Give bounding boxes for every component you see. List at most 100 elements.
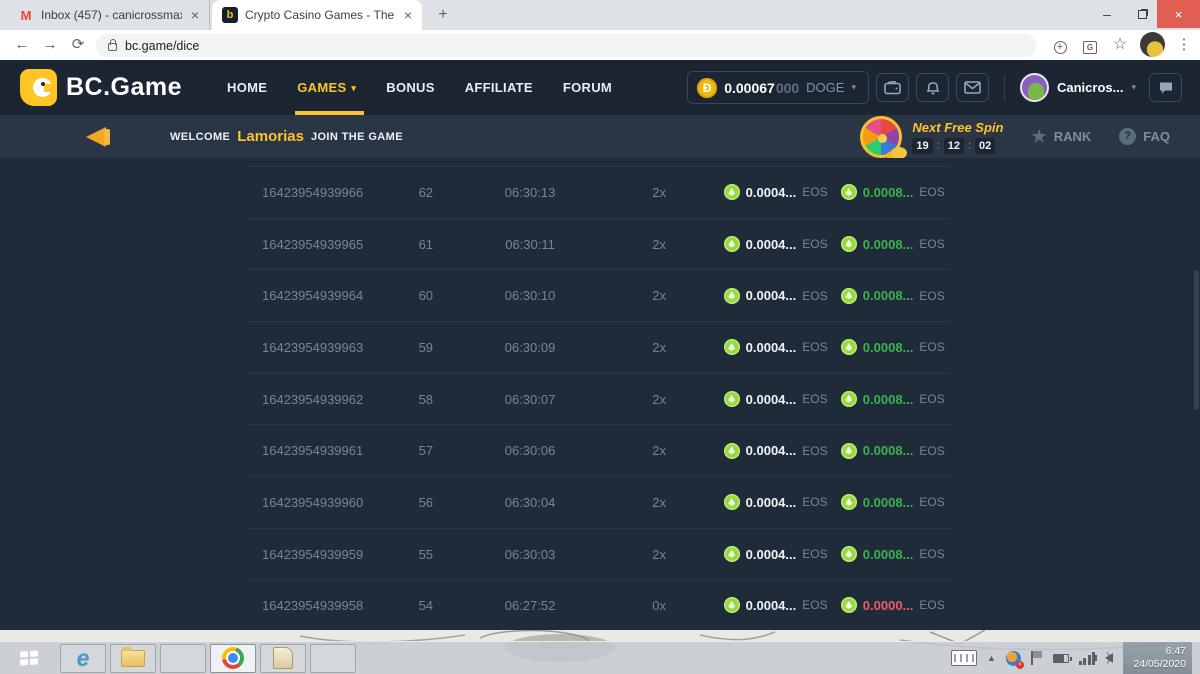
doge-coin-icon: Đ: [697, 78, 717, 98]
bet-history-row[interactable]: 16423954939958 54 06:27:52 0x 0.0004... …: [247, 580, 950, 632]
action-center-flag-icon[interactable]: [1031, 651, 1043, 665]
taskbar-internet-explorer[interactable]: e: [60, 644, 106, 673]
tab-close-icon[interactable]: ×: [189, 7, 201, 23]
eos-coin-icon: [724, 597, 740, 613]
tray-app-icon[interactable]: ×: [1006, 651, 1021, 666]
bet-result: 54: [386, 598, 465, 613]
taskbar-clock[interactable]: 6:47 24/05/2020: [1123, 642, 1192, 674]
folder-icon: [121, 650, 145, 667]
eos-coin-icon: [841, 494, 857, 510]
nav-forum[interactable]: FORUM: [563, 60, 612, 115]
payout-amount: 0.0008...: [863, 288, 914, 303]
bet-multiplier: 2x: [595, 288, 724, 303]
start-button[interactable]: [2, 644, 56, 673]
free-spin-widget[interactable]: Next Free Spin 19 : 12 : 02: [860, 116, 1003, 158]
bet-history-row[interactable]: 16423954939965 61 06:30:11 2x 0.0004... …: [247, 218, 950, 270]
bet-history-row[interactable]: 16423954939961 57 06:30:06 2x 0.0004... …: [247, 424, 950, 476]
bet-history-row[interactable]: 16423954939964 60 06:30:10 2x 0.0004... …: [247, 269, 950, 321]
bet-history-row[interactable]: 16423954939959 55 06:30:03 2x 0.0004... …: [247, 528, 950, 580]
new-tab-button[interactable]: +: [432, 5, 454, 27]
window-close-button[interactable]: ×: [1157, 0, 1200, 28]
taskbar-pinned-app-1[interactable]: [160, 644, 206, 673]
tab-gmail[interactable]: M Inbox (457) - canicrossmaxx@gm ×: [8, 0, 210, 30]
page-scrollbar[interactable]: [1194, 270, 1199, 410]
gmail-favicon-icon: M: [18, 7, 34, 23]
url-bar[interactable]: bc.game/dice: [96, 34, 1036, 57]
tab-close-icon[interactable]: ×: [402, 7, 414, 23]
faq-link[interactable]: ? FAQ: [1119, 128, 1170, 145]
bet-amount: 0.0004...: [746, 185, 797, 200]
bet-result: 56: [386, 495, 465, 510]
wallet-button[interactable]: [876, 73, 909, 102]
eos-coin-icon: [841, 597, 857, 613]
user-menu[interactable]: Canicros... ▾: [1020, 73, 1136, 102]
nav-affiliate[interactable]: AFFILIATE: [465, 60, 533, 115]
nav-home[interactable]: HOME: [227, 60, 267, 115]
bet-history-table: 16423954939966 62 06:30:13 2x 0.0004... …: [247, 166, 950, 631]
back-button[interactable]: ←: [10, 33, 34, 57]
bet-amount: 0.0004...: [746, 340, 797, 355]
bet-multiplier: 0x: [595, 598, 724, 613]
tab-bcgame[interactable]: b Crypto Casino Games - The 8 Be ×: [212, 0, 422, 30]
translate-button[interactable]: G: [1078, 33, 1102, 57]
taskbar-chrome-active[interactable]: [210, 644, 256, 673]
windows-taskbar: e ▲ × 6:47 24/05/2020: [0, 641, 1200, 674]
payout-amount: 0.0008...: [863, 392, 914, 407]
bet-id: 16423954939960: [247, 495, 386, 510]
bet-currency: EOS: [802, 340, 827, 354]
bet-currency: EOS: [802, 444, 827, 458]
payout-amount: 0.0008...: [863, 495, 914, 510]
nav-games[interactable]: GAMES▾: [297, 60, 356, 115]
bet-history-row[interactable]: 16423954939963 59 06:30:09 2x 0.0004... …: [247, 321, 950, 373]
browser-profile-avatar[interactable]: [1140, 32, 1165, 57]
eos-coin-icon: [724, 546, 740, 562]
forward-button[interactable]: →: [38, 33, 62, 57]
welcome-username: Lamorias: [237, 128, 304, 145]
browser-menu-button[interactable]: ⋮: [1172, 33, 1196, 57]
internet-explorer-icon: e: [77, 645, 90, 672]
bell-icon: [925, 80, 941, 96]
taskbar-file-explorer[interactable]: [110, 644, 156, 673]
notes-app-icon: [273, 647, 293, 669]
taskbar-notes-app[interactable]: [260, 644, 306, 673]
show-hidden-icons-button[interactable]: ▲: [987, 653, 996, 663]
spin-wheel-icon: [860, 116, 902, 158]
nav-bonus[interactable]: BONUS: [386, 60, 434, 115]
bet-result: 62: [386, 185, 465, 200]
window-restore-button[interactable]: [1127, 0, 1157, 28]
bet-id: 16423954939961: [247, 443, 386, 458]
bet-time: 06:30:03: [466, 547, 595, 562]
eos-coin-icon: [841, 546, 857, 562]
bet-history-row[interactable]: 16423954939962 58 06:30:07 2x 0.0004... …: [247, 373, 950, 425]
rank-link[interactable]: ★ RANK: [1031, 127, 1091, 147]
bet-amount: 0.0004...: [746, 443, 797, 458]
bet-history-row[interactable]: 16423954939966 62 06:30:13 2x 0.0004... …: [247, 166, 950, 218]
balance-selector[interactable]: Đ 0.00067 000 DOGE ▾: [687, 71, 869, 104]
window-minimize-button[interactable]: –: [1092, 0, 1122, 28]
announcement-banner: WELCOME Lamorias JOIN THE GAME Next Free…: [0, 115, 1200, 158]
speaker-icon[interactable]: [1105, 653, 1113, 663]
bet-currency: EOS: [802, 598, 827, 612]
bcgame-logo[interactable]: BC.Game: [20, 69, 182, 106]
user-avatar: [1020, 73, 1049, 102]
taskbar-pinned-app-2[interactable]: [310, 644, 356, 673]
faq-label: FAQ: [1143, 129, 1170, 144]
notifications-button[interactable]: [916, 73, 949, 102]
keyboard-icon[interactable]: [951, 650, 977, 666]
megaphone-icon: [80, 125, 110, 149]
messages-button[interactable]: [956, 73, 989, 102]
eos-coin-icon: [841, 391, 857, 407]
bet-history-row[interactable]: 16423954939960 56 06:30:04 2x 0.0004... …: [247, 476, 950, 528]
reload-button[interactable]: ⟳: [66, 33, 90, 57]
bet-time: 06:30:06: [466, 443, 595, 458]
bcgame-favicon-icon: b: [222, 7, 238, 23]
battery-icon[interactable]: [1053, 654, 1069, 663]
bet-time: 06:30:13: [466, 185, 595, 200]
bet-id: 16423954939966: [247, 185, 386, 200]
user-name: Canicros...: [1057, 80, 1123, 95]
logo-text: BC.Game: [66, 73, 182, 102]
chat-button[interactable]: [1149, 73, 1182, 102]
add-shortcut-button[interactable]: +: [1048, 33, 1072, 57]
system-tray: ▲ × 6:47 24/05/2020: [951, 642, 1200, 674]
bookmark-star-button[interactable]: ☆: [1108, 33, 1132, 57]
